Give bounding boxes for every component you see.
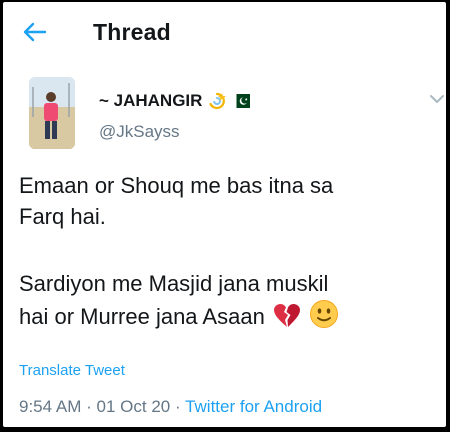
chevron-down-icon <box>430 95 444 103</box>
author-display-name[interactable]: ~ JAHANGIR <box>99 91 202 111</box>
top-bar: Thread <box>3 2 446 62</box>
meta-separator: · <box>174 397 181 416</box>
tweet-date[interactable]: 01 Oct 20 <box>97 397 171 416</box>
tweet-time[interactable]: 9:54 AM <box>19 397 81 416</box>
pakistan-flag-icon <box>232 94 251 108</box>
broken-heart-emoji-icon <box>273 303 301 337</box>
tweet-text: Emaan or Shouq me bas itna sa Farq hai. … <box>19 170 439 337</box>
tweet-options-button[interactable] <box>429 92 445 104</box>
avatar-photo <box>29 77 75 149</box>
tweet-thread-screen: Thread ~ JAHANGIR @JkSayss Emaan or Shou… <box>3 2 446 427</box>
tweet-line: Emaan or Shouq me bas itna sa <box>19 173 334 198</box>
meta-separator: · <box>86 397 92 416</box>
dizzy-emoji-icon <box>207 91 227 111</box>
slightly-smiling-face-emoji-icon <box>309 299 339 337</box>
page-title: Thread <box>93 19 171 45</box>
author-handle[interactable]: @JkSayss <box>99 122 180 142</box>
avatar[interactable] <box>29 77 75 149</box>
tweet-last-line: hai or Murree jana Asaan <box>19 299 439 337</box>
translate-tweet-link[interactable]: Translate Tweet <box>19 362 125 379</box>
tweet-line: hai or Murree jana Asaan <box>19 304 265 329</box>
arrow-left-icon <box>23 22 47 42</box>
back-button[interactable] <box>21 18 49 46</box>
author-name-row[interactable]: ~ JAHANGIR <box>99 91 251 111</box>
tweet-line: Sardiyon me Masjid jana muskil <box>19 271 329 296</box>
tweet-source-link[interactable]: Twitter for Android <box>185 397 322 416</box>
tweet-line: Farq hai. <box>19 204 106 229</box>
tweet-meta: 9:54 AM · 01 Oct 20 · Twitter for Androi… <box>19 397 322 417</box>
